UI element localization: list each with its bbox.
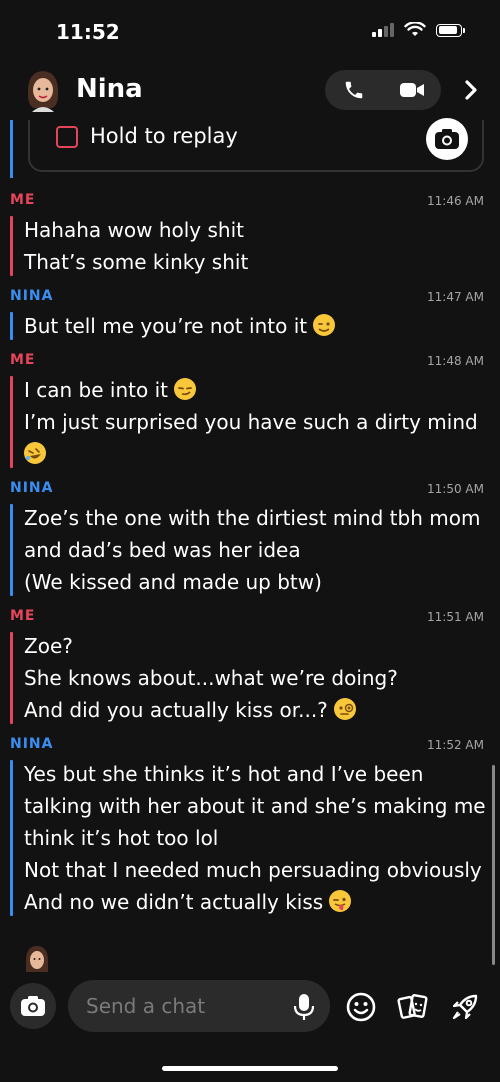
- message-line: Zoe’s the one with the dirtiest mind tbh…: [24, 506, 481, 530]
- replay-label: Hold to replay: [90, 124, 238, 148]
- message-line: Hahaha wow holy shit: [24, 218, 244, 242]
- message-line: (We kissed and made up btw): [24, 570, 322, 594]
- replay-frame: Hold to replay: [28, 118, 484, 172]
- message-line: Yes but she thinks it’s hot and I’ve bee…: [24, 762, 424, 786]
- message-body: Zoe’s the one with the dirtiest mind tbh…: [10, 502, 486, 598]
- sender-label: NINA: [10, 480, 54, 496]
- message-timestamp: 11:47 AM: [427, 290, 484, 304]
- message-timestamp: 11:52 AM: [427, 738, 484, 752]
- replay-bar: [10, 120, 13, 178]
- message-line: talking with her about it and she’s maki…: [24, 794, 486, 818]
- message-line: I’m just surprised you have such a dirty…: [24, 410, 478, 434]
- rocket-icon: [452, 994, 478, 1020]
- sender-label: ME: [10, 192, 36, 208]
- bitmoji-avatar-icon[interactable]: [22, 68, 64, 112]
- bitmoji-avatar-icon: [25, 946, 49, 972]
- message-body: Yes but she thinks it’s hot and I’ve bee…: [10, 758, 486, 918]
- chat-header: Nina: [0, 62, 500, 120]
- microphone-icon[interactable]: [292, 992, 316, 1022]
- message-body: Zoe? She knows about...what we’re doing?…: [10, 630, 486, 726]
- message-timestamp: 11:48 AM: [427, 354, 484, 368]
- camera-icon: [21, 996, 45, 1016]
- sender-label: NINA: [10, 288, 54, 304]
- face-with-tongue-emoji: [329, 890, 352, 912]
- chevron-right-button[interactable]: [460, 78, 482, 102]
- status-time: 11:52: [56, 20, 120, 44]
- video-call-button[interactable]: [383, 70, 441, 110]
- phone-icon: [345, 81, 363, 99]
- message-timestamp: 11:50 AM: [427, 482, 484, 496]
- scrollbar[interactable]: [492, 765, 495, 965]
- contact-name[interactable]: Nina: [76, 74, 143, 104]
- sticker-button[interactable]: [396, 990, 430, 1024]
- message-line: and dad’s bed was her idea: [24, 538, 301, 562]
- signal-icon: [372, 23, 394, 37]
- message-timestamp: 11:51 AM: [427, 610, 484, 624]
- sender-label: ME: [10, 608, 36, 624]
- rolling-laughing-face-emoji: [24, 442, 46, 464]
- composer-actions: [344, 990, 482, 1024]
- face-with-monocle-emoji: [333, 698, 356, 720]
- battery-icon: [436, 23, 465, 37]
- message-line: But tell me you’re not into it: [24, 314, 308, 338]
- replay-camera-button[interactable]: [426, 118, 468, 160]
- smirking-face-emoji: [173, 378, 196, 400]
- games-button[interactable]: [448, 990, 482, 1024]
- voice-call-button[interactable]: [325, 70, 383, 110]
- sender-label: NINA: [10, 736, 54, 752]
- message-line: That’s some kinky shit: [24, 250, 249, 274]
- message-group[interactable]: ME 11:51 AM Zoe? She knows about...what …: [0, 604, 500, 726]
- chevron-right-icon: [465, 80, 477, 100]
- emoji-button[interactable]: [344, 990, 378, 1024]
- camera-button[interactable]: [10, 983, 56, 1029]
- message-group[interactable]: NINA 11:50 AM Zoe’s the one with the dir…: [0, 476, 500, 598]
- message-body: But tell me you’re not into it: [10, 310, 486, 342]
- video-icon: [400, 83, 424, 97]
- composer-bar: [0, 978, 500, 1038]
- message-group[interactable]: NINA 11:52 AM Yes but she thinks it’s ho…: [0, 732, 500, 918]
- message-body: I can be into it I’m just surprised you …: [10, 374, 486, 470]
- message-body: Hahaha wow holy shit That’s some kinky s…: [10, 214, 486, 278]
- message-line: And did you actually kiss or...?: [24, 698, 328, 722]
- message-timestamp: 11:46 AM: [427, 194, 484, 208]
- message-group[interactable]: ME 11:48 AM I can be into it I’m just su…: [0, 348, 500, 470]
- winking-face-emoji: [313, 314, 336, 336]
- message-list: ME 11:46 AM Hahaha wow holy shit That’s …: [0, 188, 500, 924]
- replay-card[interactable]: Hold to replay: [10, 118, 490, 180]
- wifi-icon: [404, 22, 426, 36]
- sticker-icon: [397, 994, 428, 1019]
- message-line: think it’s hot too lol: [24, 826, 219, 850]
- status-bar: 11:52: [0, 0, 500, 60]
- sender-label: ME: [10, 352, 36, 368]
- chat-input[interactable]: [68, 980, 330, 1032]
- message-group[interactable]: ME 11:46 AM Hahaha wow holy shit That’s …: [0, 188, 500, 278]
- smiley-icon: [346, 992, 376, 1022]
- message-line: Not that I needed much persuading obviou…: [24, 858, 482, 882]
- message-line: She knows about...what we’re doing?: [24, 666, 398, 690]
- camera-icon: [435, 129, 459, 149]
- message-line: I can be into it: [24, 378, 168, 402]
- replay-checkbox[interactable]: [56, 126, 78, 148]
- message-line: And no we didn’t actually kiss: [24, 890, 324, 914]
- message-group[interactable]: NINA 11:47 AM But tell me you’re not int…: [0, 284, 500, 342]
- status-icons: [372, 22, 465, 38]
- home-indicator[interactable]: [162, 1066, 338, 1071]
- message-line: Zoe?: [24, 634, 73, 658]
- call-buttons: [325, 70, 441, 110]
